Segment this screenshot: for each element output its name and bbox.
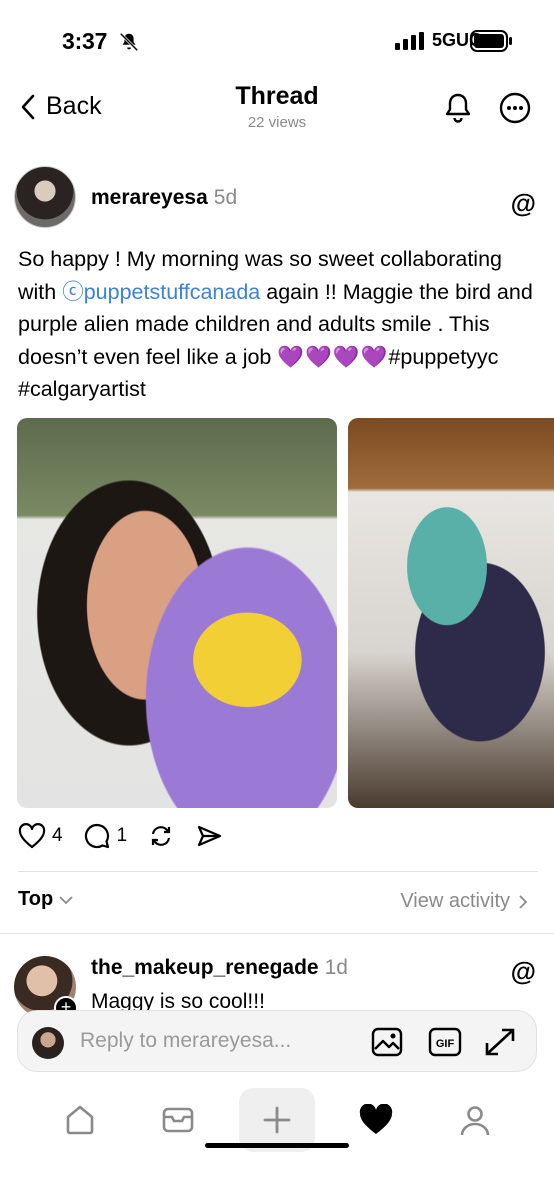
send-icon	[198, 825, 222, 847]
signal-icon	[395, 32, 424, 50]
avatar[interactable]	[14, 166, 76, 228]
more-options-icon[interactable]	[498, 91, 532, 125]
divider	[18, 871, 538, 872]
view-activity-label: View activity	[400, 890, 510, 912]
bottom-tab-bar	[0, 1088, 554, 1158]
post-actions: 4 1	[18, 822, 243, 850]
chevron-down-icon	[59, 895, 73, 904]
comment-button[interactable]: 1	[83, 822, 128, 850]
bell-off-icon	[119, 32, 139, 52]
tab-messages[interactable]	[140, 1088, 216, 1152]
tab-home[interactable]	[42, 1088, 118, 1152]
heart-filled-icon	[359, 1104, 393, 1134]
reply-author[interactable]: the_makeup_renegade 1d	[91, 956, 348, 980]
tab-activity[interactable]	[338, 1088, 414, 1152]
hearts-emoji: 💜💜💜💜	[277, 344, 389, 369]
comment-count: 1	[116, 825, 128, 846]
top-nav: Back Thread 22 views	[0, 76, 554, 140]
mail-icon	[162, 1107, 194, 1133]
expand-icon[interactable]	[484, 1027, 516, 1057]
status-time: 3:37	[62, 28, 108, 54]
post-body: So happy ! My morning was so sweet colla…	[18, 243, 538, 406]
reply-input[interactable]	[80, 1029, 330, 1053]
bell-icon[interactable]	[441, 91, 475, 125]
post-age: 5d	[213, 186, 238, 209]
threads-icon[interactable]: @	[511, 188, 536, 219]
view-activity-link[interactable]: View activity	[400, 890, 528, 913]
post-author[interactable]: merareyesa 5d	[91, 186, 237, 210]
plus-icon	[263, 1106, 291, 1134]
divider	[0, 933, 554, 934]
gif-icon[interactable]: GIF	[428, 1027, 462, 1057]
reply-username[interactable]: the_makeup_renegade	[91, 956, 319, 979]
post-username[interactable]: merareyesa	[91, 186, 208, 209]
home-indicator	[205, 1143, 349, 1148]
threads-icon[interactable]: @	[511, 956, 536, 987]
like-count: 4	[52, 825, 63, 846]
like-button[interactable]: 4	[18, 823, 63, 849]
chevron-right-icon	[519, 894, 528, 909]
repost-button[interactable]	[147, 822, 175, 850]
status-bar: 3:37 5GUC	[0, 0, 554, 76]
heart-icon	[18, 823, 46, 849]
repost-icon	[152, 826, 171, 846]
share-button[interactable]	[195, 822, 223, 850]
sort-dropdown[interactable]: Top	[18, 888, 73, 911]
comment-icon	[84, 823, 109, 849]
image-icon[interactable]	[371, 1027, 403, 1057]
tab-profile[interactable]	[437, 1088, 513, 1152]
reply-composer: GIF	[17, 1010, 537, 1072]
reply-item[interactable]: + the_makeup_renegade 1d Maggy is so cool…	[14, 954, 540, 1020]
composer-avatar	[32, 1027, 64, 1059]
profile-icon	[460, 1106, 490, 1136]
post-photo-2[interactable]	[348, 418, 554, 808]
reply-age: 1d	[324, 956, 348, 979]
svg-text:GIF: GIF	[436, 1038, 455, 1050]
mention-link[interactable]: ⓒpuppetstuffcanada	[62, 280, 260, 304]
sort-label: Top	[18, 888, 54, 910]
post-header: merareyesa 5d @	[14, 166, 540, 230]
post-photo-1[interactable]	[17, 418, 337, 808]
home-icon	[66, 1105, 94, 1135]
battery-icon	[470, 30, 512, 52]
